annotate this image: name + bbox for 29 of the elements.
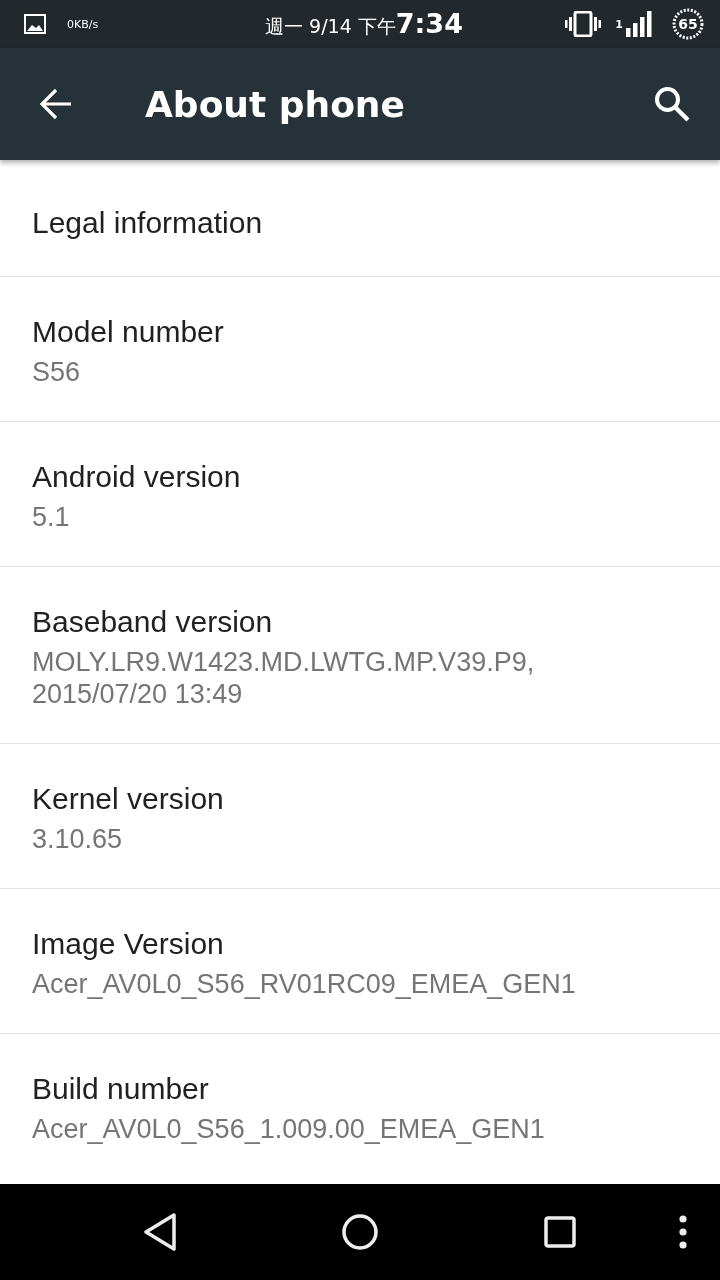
signal-bars-icon [626,11,652,37]
setting-title[interactable]: Baseband version [32,602,273,642]
setting-title[interactable]: Model number [32,312,224,352]
setting-title[interactable]: Kernel version [32,779,224,819]
setting-title[interactable]: Image Version [32,924,224,964]
sim-slot-label: 1 [615,18,623,31]
vibrate-icon [565,11,602,37]
battery-percent: 65 [678,16,698,32]
status-date: 週一 9/14 下午 [265,15,396,39]
menu-dots-icon[interactable] [679,1215,687,1249]
setting-title[interactable]: Android version [32,457,241,497]
setting-value: S56 [32,356,81,388]
recents-square-icon[interactable] [544,1216,576,1248]
home-circle-icon[interactable] [342,1214,378,1250]
setting-value: MOLY.LR9.W1423.MD.LWTG.MP.V39.P9, 2015/07/20 13:49 [32,646,535,710]
battery-ring-icon [672,8,704,40]
back-arrow-icon[interactable] [40,88,72,120]
setting-title[interactable]: Build number [32,1069,209,1109]
page-title: About phone [145,83,406,125]
setting-value: 3.10.65 [32,823,123,855]
setting-title[interactable]: Legal information [32,203,263,243]
search-icon[interactable] [654,86,690,122]
status-time: 7:34 [395,8,463,39]
network-speed: 0KB/s [67,17,99,31]
setting-value: 5.1 [32,501,70,533]
image-icon [24,14,46,34]
setting-value: Acer_AV0L0_S56_1.009.00_EMEA_GEN1 [32,1113,545,1145]
back-triangle-icon[interactable] [143,1213,177,1251]
setting-value: Acer_AV0L0_S56_RV01RC09_EMEA_GEN1 [32,968,576,1000]
